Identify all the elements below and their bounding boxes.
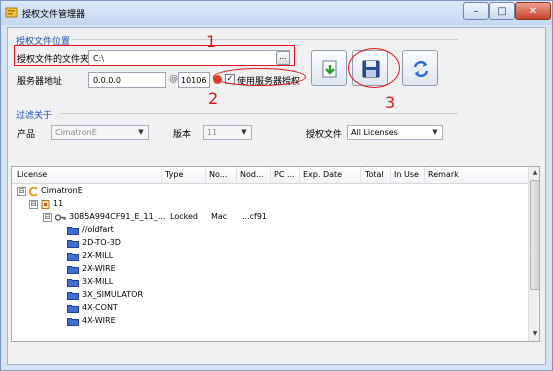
folder-icon [67, 253, 79, 261]
license-file-select-value: All Licenses [351, 128, 398, 137]
status-bar [7, 353, 546, 363]
folder-icon [67, 266, 79, 274]
tree-row-label: 11 [53, 199, 64, 208]
folder-icon [67, 318, 79, 326]
tree-row-feature[interactable]: 3X_SIMULATOR [12, 289, 528, 302]
tree-row-label: 2D-TO-3D [82, 238, 121, 247]
tree-row-product[interactable]: ⊟ CimatronE [12, 185, 528, 198]
column-header-total[interactable]: Total [365, 170, 384, 179]
server-address-input[interactable]: 0.0.0.0 [88, 72, 166, 88]
close-button[interactable]: ✕ [515, 2, 551, 20]
version-select[interactable]: 11 ▼ [203, 125, 252, 140]
collapse-icon[interactable]: ⊟ [43, 213, 52, 222]
product-select[interactable]: CimatronE ▼ [51, 125, 149, 140]
app-icon [5, 7, 18, 18]
column-separator [270, 167, 271, 184]
server-address-label: 服务器地址 [17, 77, 63, 87]
annotation-box-1 [14, 45, 295, 66]
license-table[interactable]: License Type No... Nod... PC ... Exp. Da… [11, 166, 540, 342]
column-header-exp-date[interactable]: Exp. Date [303, 170, 342, 179]
license-file-label: 授权文件 [306, 130, 343, 140]
collapse-icon[interactable]: ⊟ [17, 187, 26, 196]
license-type: Locked [170, 212, 198, 221]
folder-icon [67, 279, 79, 287]
folder-icon [67, 240, 79, 248]
maximize-button[interactable]: □ [489, 2, 515, 20]
tree-row-label: 3X-MILL [82, 277, 114, 286]
tree-row-feature[interactable]: //oldfart [12, 224, 528, 237]
annotation-ellipse-3 [348, 48, 400, 88]
license-file-select[interactable]: All Licenses ▼ [347, 125, 443, 140]
scroll-thumb[interactable] [530, 180, 539, 290]
table-header: License Type No... Nod... PC ... Exp. Da… [12, 167, 528, 184]
license-no: Mac [211, 212, 228, 221]
tree-row-label: 3X_SIMULATOR [82, 290, 143, 299]
annotation-ellipse-2 [213, 68, 306, 86]
tree-row-license[interactable]: ⊟ 3085A994CF91_E_11_... Locked Mac ...cf… [12, 211, 528, 224]
tree-row-label: 4X-WIRE [82, 316, 116, 325]
column-header-nod[interactable]: Nod... [240, 170, 264, 179]
title-bar[interactable]: 授权文件管理器 – □ ✕ [1, 1, 552, 25]
group-divider [60, 113, 458, 114]
tree-row-label: 3085A994CF91_E_11_... [69, 212, 166, 221]
tree-row-feature[interactable]: 2D-TO-3D [12, 237, 528, 250]
product-label: 产品 [17, 130, 36, 140]
column-header-pc[interactable]: PC ... [274, 170, 295, 179]
tree-row-feature[interactable]: 4X-WIRE [12, 315, 528, 328]
product-select-value: CimatronE [55, 128, 97, 137]
column-separator [205, 167, 206, 184]
column-separator [390, 167, 391, 184]
port-input[interactable]: 10106 [178, 72, 210, 88]
column-separator [424, 167, 425, 184]
column-separator [161, 167, 162, 184]
license-manager-window: 授权文件管理器 – □ ✕ 授权文件位置 授权文件的文件夹 C:\ ... 服务… [0, 0, 553, 371]
tree-row-label: 2X-MILL [82, 251, 114, 260]
refresh-icon [413, 60, 429, 78]
chevron-down-icon: ▼ [241, 128, 247, 136]
tree-row-label: 2X-WIRE [82, 264, 116, 273]
group-divider [72, 39, 458, 40]
chevron-down-icon: ▼ [138, 128, 144, 136]
column-header-no[interactable]: No... [209, 170, 227, 179]
column-header-remark[interactable]: Remark [428, 170, 459, 179]
import-icon [322, 60, 337, 78]
tree-row-feature[interactable]: 4X-CONT [12, 302, 528, 315]
filter-group-title: 过滤关于 [16, 111, 53, 121]
window-title: 授权文件管理器 [22, 10, 86, 20]
folder-icon [67, 227, 79, 235]
column-header-in-use[interactable]: In Use [394, 170, 419, 179]
annotation-number-1: 1 [206, 32, 217, 51]
tree-row-label: CimatronE [41, 186, 83, 195]
column-separator [236, 167, 237, 184]
scroll-down-icon[interactable]: ▼ [530, 329, 539, 339]
tree-row-version[interactable]: ⊟ 11 [12, 198, 528, 211]
license-nod: ...cf91 [242, 212, 268, 221]
column-header-type[interactable]: Type [165, 170, 183, 179]
import-button[interactable] [311, 50, 347, 86]
column-header-license[interactable]: License [17, 170, 47, 179]
chevron-down-icon: ▼ [432, 128, 438, 136]
tree-row-label: //oldfart [82, 225, 114, 234]
folder-icon [67, 305, 79, 313]
folder-icon [67, 292, 79, 300]
version-select-value: 11 [207, 128, 218, 137]
refresh-button[interactable] [402, 50, 438, 86]
collapse-icon[interactable]: ⊟ [29, 200, 38, 209]
annotation-number-2: 2 [208, 89, 219, 108]
tree-row-feature[interactable]: 3X-MILL [12, 276, 528, 289]
tree-row-label: 4X-CONT [82, 303, 118, 312]
column-separator [299, 167, 300, 184]
column-separator [360, 167, 361, 184]
port-at-symbol: @ [169, 74, 178, 84]
version-label: 版本 [173, 130, 192, 140]
tree-row-feature[interactable]: 2X-MILL [12, 250, 528, 263]
tree-row-feature[interactable]: 2X-WIRE [12, 263, 528, 276]
table-vertical-scrollbar[interactable]: ▲ ▼ [528, 167, 539, 341]
cimatron-logo-icon [28, 187, 38, 196]
minimize-button[interactable]: – [463, 2, 489, 20]
annotation-number-3: 3 [385, 93, 396, 112]
key-icon [55, 214, 66, 221]
scroll-up-icon[interactable]: ▲ [530, 168, 539, 178]
version-icon [41, 200, 50, 209]
